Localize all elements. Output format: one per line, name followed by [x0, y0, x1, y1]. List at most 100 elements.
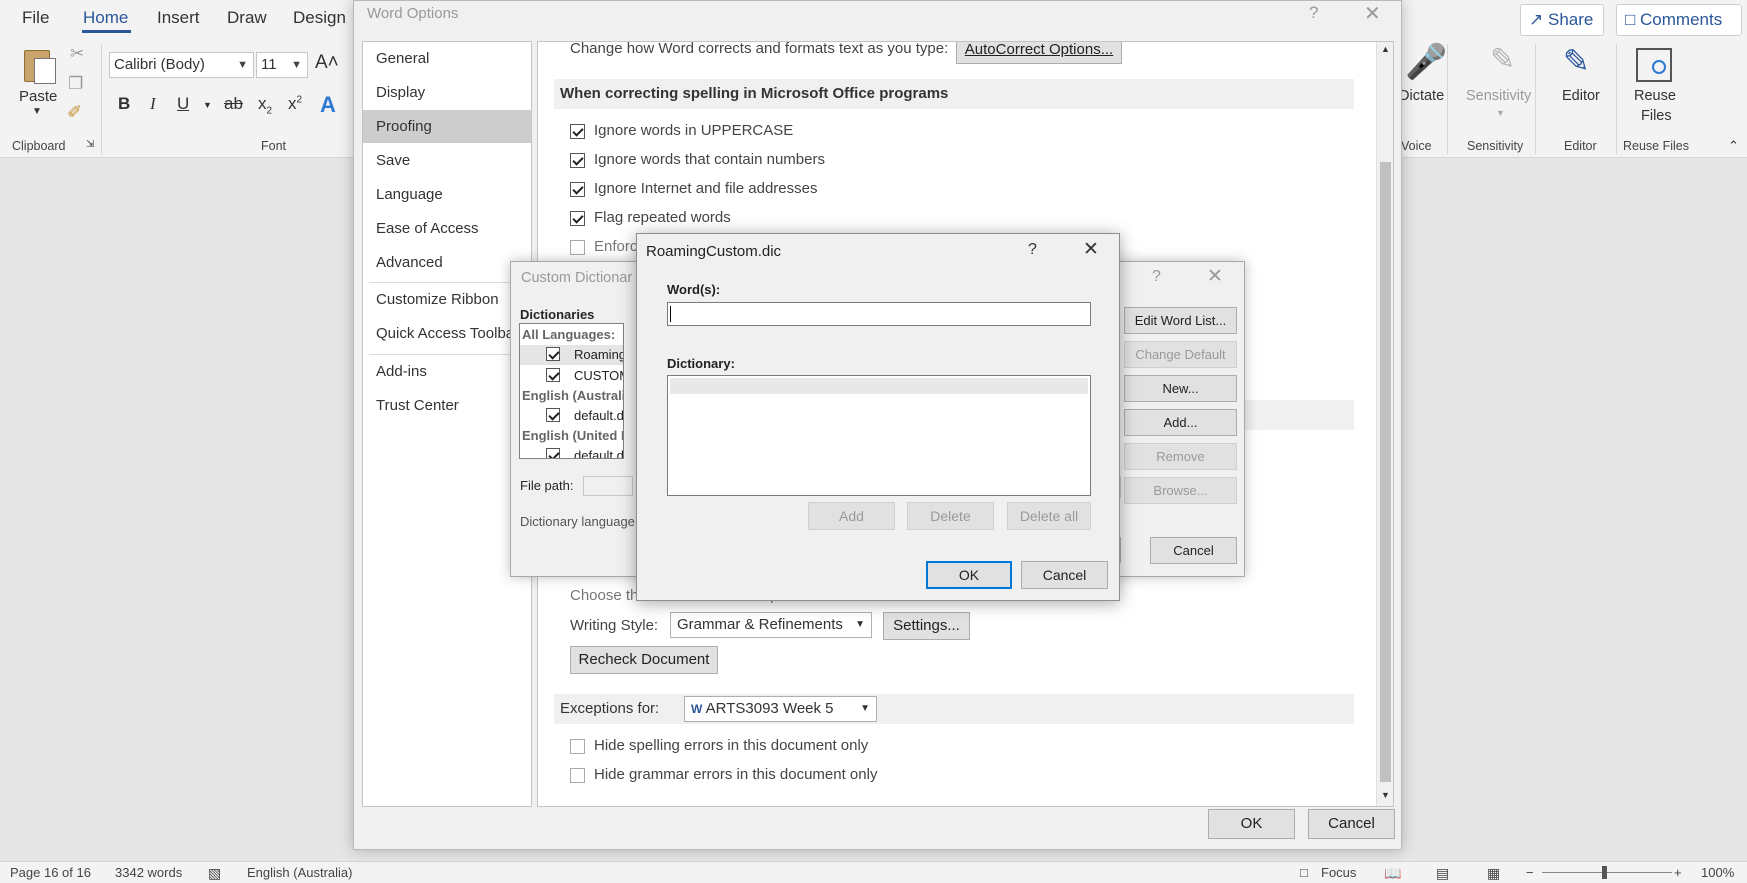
edit-word-list-button[interactable]: Edit Word List... [1124, 307, 1237, 334]
list-item[interactable]: default.dic [574, 448, 623, 458]
checkbox-roaming[interactable] [546, 347, 560, 361]
cut-icon[interactable]: ✂ [70, 44, 84, 64]
checkbox-custom[interactable] [546, 368, 560, 382]
checkbox-ignore-internet[interactable] [570, 182, 585, 197]
tab-draw[interactable]: Draw [227, 8, 267, 28]
scrollbar-thumb[interactable] [1380, 162, 1391, 782]
delete-all-button[interactable]: Delete all [1007, 502, 1091, 530]
checkbox-hide-grammar[interactable] [570, 768, 585, 783]
word-count[interactable]: 3342 words [115, 865, 182, 880]
bold-icon[interactable]: B [118, 94, 130, 114]
settings-button[interactable]: Settings... [883, 612, 970, 640]
sensitivity-icon[interactable]: ✎ [1490, 42, 1515, 77]
close-icon[interactable]: ✕ [1207, 265, 1223, 288]
recheck-document-button[interactable]: Recheck Document [570, 646, 718, 674]
editor-icon[interactable]: ✎ [1563, 42, 1590, 80]
browse-button[interactable]: Browse... [1124, 477, 1237, 504]
help-icon[interactable]: ? [1309, 3, 1318, 23]
chevron-down-icon[interactable]: ▼ [1496, 108, 1505, 118]
nav-item-general[interactable]: General [363, 42, 531, 75]
zoom-out-icon[interactable]: − [1526, 865, 1534, 880]
close-icon[interactable]: ✕ [1364, 1, 1381, 26]
remove-button[interactable]: Remove [1124, 443, 1237, 470]
collapse-ribbon-icon[interactable]: ⌃ [1728, 138, 1739, 154]
nav-item-proofing[interactable]: Proofing [363, 110, 531, 143]
language-indicator[interactable]: English (Australia) [247, 865, 353, 880]
nav-item-ease-of-access[interactable]: Ease of Access [363, 212, 531, 245]
zoom-level[interactable]: 100% [1701, 865, 1734, 880]
checkbox-flag-repeated[interactable] [570, 211, 585, 226]
ok-button[interactable]: OK [926, 561, 1012, 589]
tab-home[interactable]: Home [83, 8, 128, 28]
content-scrollbar[interactable]: ▲ ▼ [1376, 42, 1393, 806]
checkbox-hide-spelling[interactable] [570, 739, 585, 754]
cancel-button[interactable]: Cancel [1150, 537, 1237, 564]
nav-item-advanced[interactable]: Advanced [363, 246, 531, 279]
nav-item-save[interactable]: Save [363, 144, 531, 177]
chevron-down-icon[interactable]: ▼ [32, 106, 42, 117]
list-item-selected[interactable] [670, 378, 1088, 394]
text-effects-icon[interactable]: A [320, 92, 336, 118]
strikethrough-icon[interactable]: ab [224, 94, 243, 114]
new-button[interactable]: New... [1124, 375, 1237, 402]
nav-item-add-ins[interactable]: Add-ins [363, 355, 531, 388]
comments-button[interactable]: □ Comments [1616, 4, 1742, 36]
subscript-icon[interactable]: x2 [258, 94, 272, 116]
delete-word-button[interactable]: Delete [907, 502, 994, 530]
chevron-down-icon[interactable]: ▼ [860, 697, 870, 721]
autocorrect-options-button[interactable]: AutoCorrect Options... [956, 42, 1122, 64]
paste-icon[interactable] [20, 46, 58, 86]
dictate-label[interactable]: Dictate [1399, 88, 1444, 104]
format-painter-icon[interactable]: ✐ [67, 102, 82, 123]
font-name-box[interactable]: Calibri (Body) ▼ [109, 52, 254, 78]
nav-item-quick-access-toolbar[interactable]: Quick Access Toolbar [363, 317, 531, 350]
share-button[interactable]: ↗ Share [1520, 4, 1604, 36]
close-icon[interactable]: ✕ [1083, 238, 1099, 261]
web-layout-icon[interactable]: ▦ [1487, 865, 1500, 882]
focus-icon[interactable]: □ [1300, 865, 1308, 880]
chevron-down-icon[interactable]: ▼ [203, 100, 212, 110]
list-item[interactable]: default.dic [574, 408, 623, 423]
list-item[interactable]: CUSTOM.D [574, 368, 623, 383]
zoom-slider[interactable] [1542, 872, 1672, 873]
italic-icon[interactable]: I [150, 94, 156, 114]
chevron-down-icon[interactable]: ▼ [237, 53, 248, 77]
file-path-field[interactable] [583, 476, 633, 496]
checkbox-ignore-uppercase[interactable] [570, 124, 585, 139]
exceptions-document-select[interactable]: W ARTS3093 Week 5 ▼ [684, 696, 877, 722]
nav-item-customize-ribbon[interactable]: Customize Ribbon [363, 283, 531, 316]
scroll-down-icon[interactable]: ▼ [1381, 790, 1390, 800]
reuse-files-icon[interactable] [1636, 48, 1672, 82]
checkbox-default-uk[interactable] [546, 448, 560, 458]
zoom-slider-thumb[interactable] [1602, 866, 1607, 879]
change-default-button[interactable]: Change Default [1124, 341, 1237, 368]
chevron-down-icon[interactable]: ▼ [855, 613, 865, 637]
reuse-files-label-2[interactable]: Files [1641, 108, 1672, 124]
help-icon[interactable]: ? [1028, 241, 1037, 259]
print-layout-icon[interactable]: ▤ [1436, 865, 1449, 882]
ok-button[interactable]: OK [1208, 809, 1295, 839]
font-size-box[interactable]: 11 ▼ [256, 52, 308, 78]
add-word-button[interactable]: Add [808, 502, 895, 530]
page-count[interactable]: Page 16 of 16 [10, 865, 91, 880]
proofing-icon[interactable]: ▧ [208, 865, 221, 882]
read-mode-icon[interactable]: 📖 [1384, 865, 1401, 882]
grow-font-icon[interactable]: A˄ [315, 52, 339, 74]
microphone-icon[interactable]: 🎤 [1405, 42, 1447, 82]
list-item[interactable]: RoamingC [574, 347, 623, 362]
focus-label[interactable]: Focus [1321, 865, 1356, 880]
nav-item-trust-center[interactable]: Trust Center [363, 389, 531, 422]
zoom-in-icon[interactable]: + [1674, 865, 1682, 880]
checkbox-ignore-numbers[interactable] [570, 153, 585, 168]
add-button[interactable]: Add... [1124, 409, 1237, 436]
writing-style-select[interactable]: Grammar & Refinements ▼ [670, 612, 872, 638]
cancel-button[interactable]: Cancel [1021, 561, 1108, 589]
nav-item-display[interactable]: Display [363, 76, 531, 109]
nav-item-language[interactable]: Language [363, 178, 531, 211]
copy-icon[interactable]: ❐ [68, 74, 83, 94]
paste-label[interactable]: Paste [19, 88, 57, 105]
words-input[interactable] [667, 302, 1091, 326]
help-icon[interactable]: ? [1152, 268, 1161, 286]
dialog-launcher-icon[interactable]: ⇲ [86, 139, 94, 150]
checkbox-default-au[interactable] [546, 408, 560, 422]
